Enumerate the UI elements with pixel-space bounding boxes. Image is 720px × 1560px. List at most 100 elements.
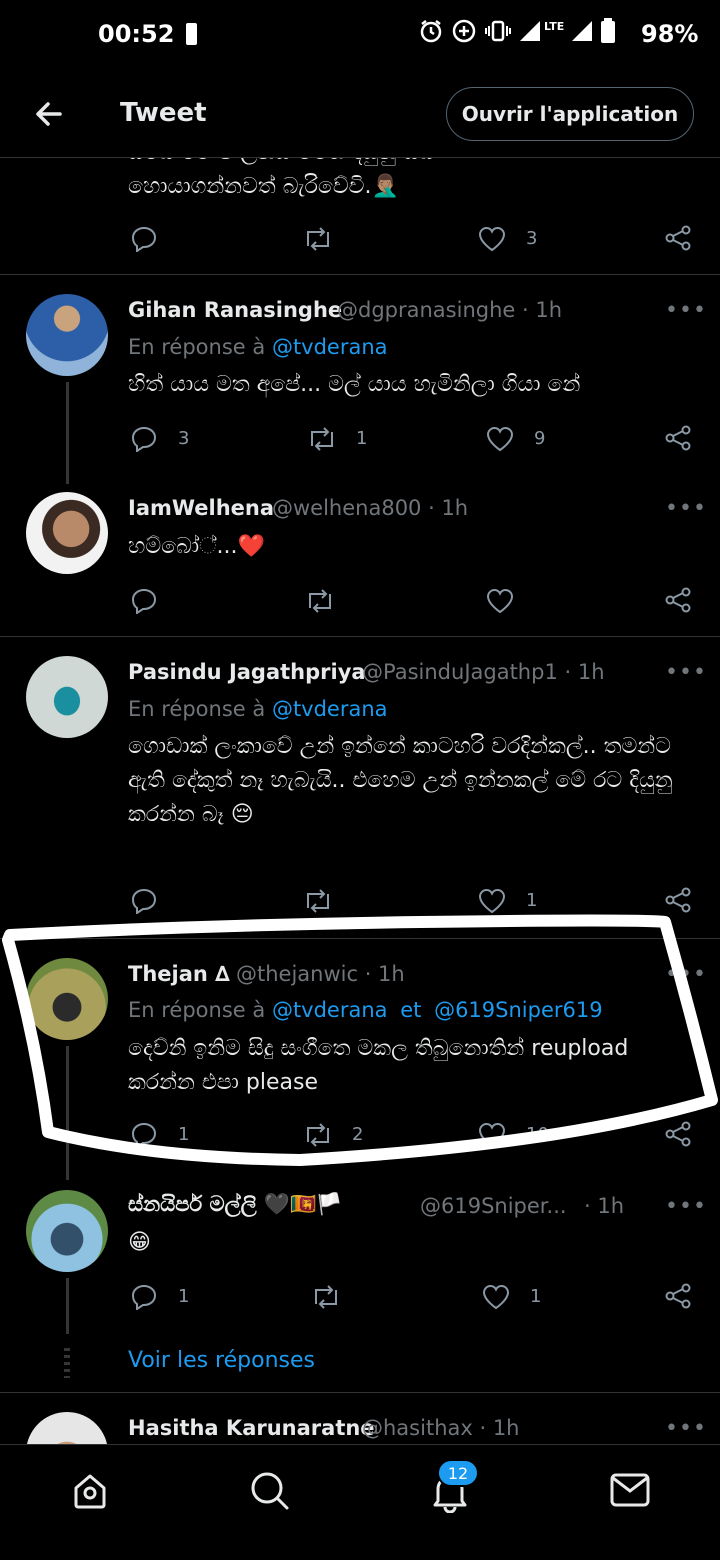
retweet-icon[interactable] [302,1122,334,1148]
divider [0,1392,720,1393]
tweet-text: හිත් යාය මත අපේ... මල් යාය හැමිනිලා ගියා… [128,372,581,397]
reply-context: En réponse à @tvderana [128,335,388,359]
author-name[interactable]: ස්නයිපර් මල්ලි 🖤🇱🇰🏳️ [128,1192,342,1217]
reply-count: 1 [178,1124,190,1145]
like-count: 3 [526,228,538,249]
author-handle: @619Sniper... [420,1194,567,1218]
avatar[interactable] [26,1412,108,1444]
home-icon[interactable] [70,1471,110,1511]
status-icons: LTE [418,18,616,44]
reply-mention[interactable]: @tvderana [272,335,388,359]
bottom-navigation: 12 [0,1444,720,1560]
like-icon[interactable] [486,426,514,452]
author-name[interactable]: IamWelhena [128,496,274,520]
tweet-thread[interactable]: ඔබේ රට පාලනය මෙහි දියුනු ඔබ හොයාගන්නවත් … [0,158,720,1444]
signal-2-icon [572,21,593,41]
divider [0,636,720,637]
tweet-text-fragment-cut: ඔබේ රට පාලනය මෙහි දියුනු ඔබ [128,158,435,170]
like-count: 9 [534,428,546,449]
like-icon[interactable] [486,588,514,614]
reply-icon[interactable] [130,424,158,452]
share-icon[interactable] [664,586,692,614]
battery-percent: 98% [641,20,699,48]
reply-prefix: En réponse à [128,335,266,359]
author-name[interactable]: Hasitha Karunaratne [128,1416,375,1440]
reply-conjunction: et [400,998,422,1022]
reply-prefix: En réponse à [128,998,266,1022]
share-icon[interactable] [664,886,692,914]
reply-context: En réponse à @tvderana [128,697,388,721]
avatar[interactable] [26,492,108,574]
like-count: 1 [530,1286,542,1307]
open-app-button[interactable]: Ouvrir l'application [446,87,694,141]
status-bar: 00:52 LTE 98% [0,0,720,70]
share-icon[interactable] [664,224,692,252]
more-options-icon[interactable]: ••• [665,1416,707,1441]
reply-icon[interactable] [130,886,158,914]
retweet-icon[interactable] [304,588,336,614]
reply-mention[interactable]: @tvderana [272,998,388,1022]
battery-icon [601,18,616,43]
more-options-icon[interactable]: ••• [665,962,707,987]
author-handle: @dgpranasinghe · 1h [337,298,563,322]
retweet-icon[interactable] [306,426,338,452]
retweet-count: 1 [356,428,368,449]
reply-mention[interactable]: @619Sniper619 [434,998,603,1022]
avatar[interactable] [26,958,108,1040]
author-handle: @welhena800 · 1h [272,496,469,520]
author-name[interactable]: Pasindu Jagathpriya [128,660,366,684]
back-arrow-icon[interactable] [30,96,70,132]
more-options-icon[interactable]: ••• [665,1194,707,1219]
status-time: 00:52 [98,20,175,48]
like-icon[interactable] [482,1284,510,1310]
more-replies-dots [64,1348,70,1378]
tweet-text: 😁 [128,1230,151,1255]
battery-saver-icon [186,23,197,45]
reply-mention[interactable]: @tvderana [272,697,388,721]
reply-icon[interactable] [130,1282,158,1310]
more-options-icon[interactable]: ••• [665,660,707,685]
avatar[interactable] [26,656,108,738]
author-handle: @hasithax · 1h [362,1416,520,1440]
search-icon[interactable] [248,1469,292,1513]
top-app-bar: Tweet Ouvrir l'application [0,70,720,158]
tweet-text-fragment: හොයාගන්නවත් බැරිවේවි.🤦🏽‍♂️ [128,174,399,199]
reply-icon[interactable] [130,1120,158,1148]
reply-context: En réponse à @tvderana et @619Sniper619 [128,998,603,1022]
avatar[interactable] [26,294,108,376]
retweet-icon[interactable] [302,226,334,252]
like-count: 10 [526,1124,549,1145]
messages-icon[interactable] [610,1473,650,1507]
thread-line [66,1278,69,1334]
retweet-count: 2 [352,1124,364,1145]
like-count: 1 [526,890,538,911]
author-handle: @PasinduJagathp1 · 1h [362,660,605,684]
reply-icon[interactable] [130,224,158,252]
share-icon[interactable] [664,1120,692,1148]
reply-icon[interactable] [130,586,158,614]
notifications-badge: 12 [437,1459,479,1487]
divider [0,274,720,275]
avatar[interactable] [26,1190,108,1272]
like-icon[interactable] [478,888,506,914]
retweet-icon[interactable] [310,1284,342,1310]
author-name[interactable]: Gihan Ranasinghe [128,298,342,322]
retweet-icon[interactable] [302,888,334,914]
reply-count: 3 [178,428,190,449]
lte-label: LTE [544,19,565,33]
divider [0,938,720,939]
thread-line [66,1046,69,1180]
author-name[interactable]: Thejan ∆ [128,962,230,986]
data-saver-icon [452,19,476,43]
thread-line [66,382,69,484]
more-options-icon[interactable]: ••• [665,298,707,323]
like-icon[interactable] [478,1122,506,1148]
more-options-icon[interactable]: ••• [665,496,707,521]
reply-prefix: En réponse à [128,697,266,721]
share-icon[interactable] [664,424,692,452]
show-replies-link[interactable]: Voir les réponses [128,1348,315,1373]
alarm-icon [420,20,442,43]
share-icon[interactable] [664,1282,692,1310]
vibrate-icon [485,20,511,42]
like-icon[interactable] [478,226,506,252]
